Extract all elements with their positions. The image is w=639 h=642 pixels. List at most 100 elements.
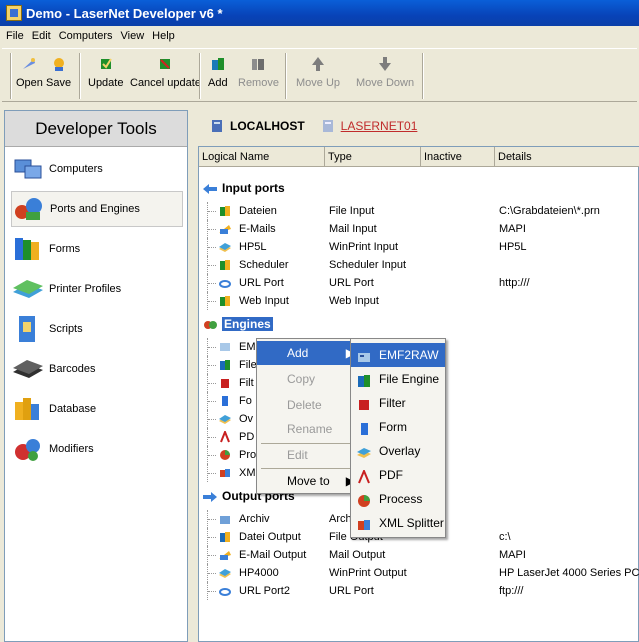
cancel-update-button[interactable]: Cancel update (130, 55, 201, 89)
winprint-output-icon (219, 567, 231, 579)
arrow-down-icon (376, 55, 394, 73)
computers-icon (11, 154, 45, 184)
submenu-item-pdf[interactable]: PDF (351, 463, 445, 487)
filter-icon (219, 377, 231, 389)
toolbar-grip (10, 53, 12, 99)
menu-computers[interactable]: Computers (55, 30, 117, 42)
file-output-icon (219, 531, 231, 543)
table-row[interactable]: E-Mail Output Mail Output MAPI (199, 546, 639, 564)
pdf-icon (219, 429, 231, 443)
table-row[interactable]: URL Port2 URL Port ftp:/// (199, 582, 639, 600)
remove-button[interactable]: Remove (238, 55, 279, 89)
sidebar-item-printer-profiles[interactable]: Printer Profiles (11, 271, 183, 307)
arrow-up-icon (309, 55, 327, 73)
toolbar-separator (199, 53, 201, 99)
save-button[interactable]: Save (46, 55, 71, 89)
ports-engines-icon (12, 194, 46, 224)
output-ports-icon (203, 491, 217, 502)
sidebar-item-modifiers[interactable]: Modifiers (11, 431, 183, 467)
menu-edit[interactable]: Edit (28, 30, 55, 42)
menu-item-move-to[interactable]: Move to ▶ (257, 469, 363, 493)
form-icon (219, 395, 231, 407)
menu-item-copy[interactable]: Copy (257, 367, 363, 391)
host-lasernet01-link[interactable]: LASERNET01 (341, 119, 418, 133)
modifiers-icon (11, 434, 45, 464)
sidebar-item-computers[interactable]: Computers (11, 151, 183, 187)
remove-icon (249, 55, 267, 73)
xml-splitter-icon (357, 516, 371, 540)
submenu-item-form[interactable]: Form (351, 415, 445, 439)
toolbar-separator (79, 53, 81, 99)
scripts-icon (11, 314, 45, 344)
engines-label-selected: Engines (222, 317, 273, 331)
submenu-item-xml-splitter[interactable]: XML Splitter (351, 511, 445, 535)
menu-item-delete[interactable]: Delete (257, 393, 363, 417)
toolbar: Open Save Update Cancel update Add Remov… (2, 48, 637, 102)
table-row[interactable]: Dateien File Input C:\Grabdateien\*.prn (199, 202, 639, 220)
title-bar[interactable]: Demo - LaserNet Developer v6 * (0, 0, 639, 26)
barcodes-icon (11, 354, 45, 384)
open-button[interactable]: Open (16, 55, 43, 89)
update-icon (97, 55, 115, 73)
move-up-button[interactable]: Move Up (296, 55, 340, 89)
host-bar: LOCALHOST LASERNET01 (196, 110, 639, 142)
grid-header: Logical Name Type Inactive Details (199, 147, 639, 167)
sidebar-item-scripts[interactable]: Scripts (11, 311, 183, 347)
file-input-icon (219, 205, 231, 217)
move-down-button[interactable]: Move Down (356, 55, 414, 89)
column-header-logical-name[interactable]: Logical Name (199, 147, 325, 167)
sidebar-item-ports-and-engines[interactable]: Ports and Engines (11, 191, 183, 227)
update-button[interactable]: Update (88, 55, 123, 89)
app-icon (6, 5, 22, 21)
archive-icon (219, 513, 231, 525)
table-row[interactable]: Web Input Web Input (199, 292, 639, 310)
table-row[interactable]: URL Port URL Port http:/// (199, 274, 639, 292)
xml-splitter-icon (219, 467, 231, 479)
menu-item-add[interactable]: Add ▶ (257, 341, 363, 365)
submenu-item-overlay[interactable]: Overlay (351, 439, 445, 463)
table-row[interactable]: E-Mails Mail Input MAPI (199, 220, 639, 238)
sidebar-item-barcodes[interactable]: Barcodes (11, 351, 183, 387)
cancel-update-icon (156, 55, 174, 73)
menu-help[interactable]: Help (148, 30, 179, 42)
menu-item-edit[interactable]: Edit (257, 443, 363, 467)
mail-output-icon (219, 549, 231, 561)
window-title: Demo - LaserNet Developer v6 * (26, 5, 223, 21)
toolbar-separator (422, 53, 424, 99)
toolbar-separator (285, 53, 287, 99)
table-row[interactable]: Scheduler Scheduler Input (199, 256, 639, 274)
web-input-icon (219, 295, 231, 307)
table-row[interactable]: HP5L WinPrint Input HP5L (199, 238, 639, 256)
menu-bar: File Edit Computers View Help (0, 26, 639, 46)
host-localhost-tab[interactable]: LOCALHOST (230, 119, 305, 133)
menu-file[interactable]: File (2, 30, 28, 42)
save-icon (50, 55, 68, 73)
submenu-item-file-engine[interactable]: File Engine (351, 367, 445, 391)
menu-view[interactable]: View (117, 30, 149, 42)
database-icon (11, 394, 45, 424)
printer-profiles-icon (11, 274, 45, 304)
table-row[interactable]: HP4000 WinPrint Output HP LaserJet 4000 Se… (199, 564, 639, 582)
menu-item-rename[interactable]: Rename (257, 417, 363, 441)
winprint-input-icon (219, 241, 231, 253)
file-engine-icon (219, 359, 231, 371)
input-ports-icon (203, 183, 217, 194)
url-port-icon (219, 277, 231, 289)
emf2raw-icon (219, 341, 231, 353)
developer-tools-panel: Developer Tools Computers Ports and Engi… (4, 110, 188, 642)
section-input-ports[interactable]: Input ports (203, 179, 285, 197)
forms-icon (11, 234, 45, 264)
section-engines[interactable]: Engines (203, 315, 273, 333)
sidebar-item-database[interactable]: Database (11, 391, 183, 427)
column-header-details[interactable]: Details (495, 147, 639, 167)
column-header-type[interactable]: Type (325, 147, 421, 167)
server-icon (322, 120, 333, 132)
add-button[interactable]: Add (208, 55, 228, 89)
sidebar-item-forms[interactable]: Forms (11, 231, 183, 267)
panel-title: Developer Tools (5, 111, 187, 147)
column-header-inactive[interactable]: Inactive (421, 147, 495, 167)
submenu-item-process[interactable]: Process (351, 487, 445, 511)
mail-input-icon (219, 223, 231, 235)
submenu-item-emf2raw[interactable]: EMF2RAW (351, 343, 445, 367)
submenu-item-filter[interactable]: Filter (351, 391, 445, 415)
